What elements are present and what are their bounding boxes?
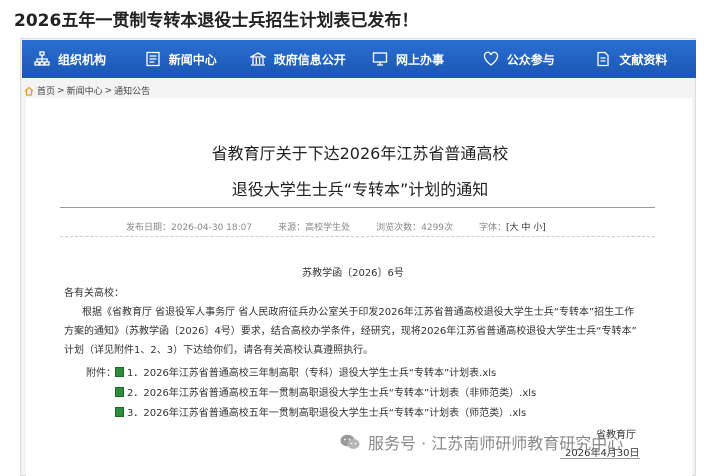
publish-date: 发布日期：2026-04-30 18:07 [126, 223, 253, 233]
salutation: 各有关高校： [64, 288, 124, 299]
excel-file-icon [115, 366, 124, 377]
breadcrumb-news[interactable]: 新闻中心 [67, 84, 103, 97]
breadcrumb-home[interactable]: 首页 [37, 84, 55, 97]
nav-item-news[interactable]: 新闻中心 [133, 40, 238, 78]
nav-item-public-participation[interactable]: 公众参与 [471, 40, 584, 78]
nav-item-org[interactable]: 组织机构 [22, 40, 133, 78]
attachment-name[interactable]: 3．2026年江苏省普通高校五年一贯制高职退役大学生士兵“专转本”计划表（师范类… [127, 404, 526, 419]
paragraph-line: 计划（详见附件1、2、3）下达给你们，请各有关高校认真遵照执行。 [64, 345, 374, 356]
title-divider [60, 207, 655, 208]
nav-item-literature[interactable]: 文献资料 [583, 40, 696, 78]
paragraph-line: 根据《省教育厅 省退役军人事务厅 省人民政府征兵办公室关于印发2026年江苏省普… [82, 307, 635, 318]
source: 来源：高校学生处 [278, 223, 351, 233]
meta-divider [60, 236, 655, 237]
attachment-name[interactable]: 2．2026年江苏省普通高校五年一贯制高职退役大学生士兵“专转本”计划表（非师范… [127, 384, 536, 399]
monitor-icon [372, 52, 388, 66]
article-headline: 2026五年一贯制专转本退役士兵招生计划表已发布！ [14, 11, 419, 31]
nav-label: 政府信息公开 [273, 52, 346, 67]
nav-label: 文献资料 [619, 52, 668, 67]
doc-title-line2: 退役大学生士兵“专转本”计划的通知 [231, 180, 489, 199]
document-icon [597, 51, 610, 67]
attachment-link[interactable]: 3．2026年江苏省普通高校五年一贯制高职退役大学生士兵“专转本”计划表（师范类… [115, 404, 526, 419]
excel-file-icon [115, 386, 124, 397]
wechat-watermark: 服务号 · 江苏南师研师教育研究中心 [340, 430, 623, 454]
main-navigation: 组织机构 新闻中心 政府信息公开 网上办事 公众参与 文献资料 [22, 40, 696, 78]
breadcrumb-separator: > [57, 85, 65, 96]
building-icon [249, 52, 266, 66]
attachment-link[interactable]: 2．2026年江苏省普通高校五年一贯制高职退役大学生士兵“专转本”计划表（非师范… [115, 384, 536, 399]
org-chart-icon [34, 51, 50, 66]
excel-file-icon [115, 406, 124, 417]
nav-label: 组织机构 [58, 52, 107, 67]
breadcrumb-separator: > [104, 85, 113, 96]
nav-item-gov-info[interactable]: 政府信息公开 [238, 40, 360, 78]
news-icon [146, 51, 160, 67]
signature-divider [560, 458, 640, 459]
home-icon [24, 86, 34, 96]
font-size-label: 字体： [479, 223, 507, 233]
paragraph-line: 方案的通知》（苏教学函〔2026〕4号）要求，结合高校办学条件，经研究，现将20… [64, 326, 637, 337]
doc-title-line1: 省教育厅关于下达2026年江苏省普通高校 [211, 144, 509, 163]
nav-item-online-service[interactable]: 网上办事 [360, 40, 471, 78]
nav-label: 新闻中心 [168, 52, 217, 67]
article-meta: 发布日期：2026-04-30 18:07 来源：高校学生处 浏览次数：4299… [126, 220, 546, 233]
wechat-icon [340, 434, 360, 449]
font-size-switch[interactable]: [大 中 小] [506, 220, 546, 233]
view-count: 浏览次数：4299次 [376, 223, 454, 233]
nav-label: 公众参与 [506, 52, 555, 67]
document-number: 苏教学函〔2026〕6号 [302, 268, 404, 279]
nav-label: 网上办事 [395, 52, 444, 67]
watermark-text: 服务号 · 江苏南师研师教育研究中心 [368, 434, 624, 453]
breadcrumb: 首页 > 新闻中心 > 通知公告 [24, 84, 152, 97]
attachment-name[interactable]: 1．2026年江苏省普通高校三年制高职（专科）退役大学生士兵“专转本”计划表.x… [127, 364, 496, 379]
attachments-label: 附件： [86, 368, 116, 379]
heart-icon [483, 51, 498, 66]
breadcrumb-notice[interactable]: 通知公告 [114, 84, 150, 97]
attachment-link[interactable]: 1．2026年江苏省普通高校三年制高职（专科）退役大学生士兵“专转本”计划表.x… [115, 364, 496, 379]
